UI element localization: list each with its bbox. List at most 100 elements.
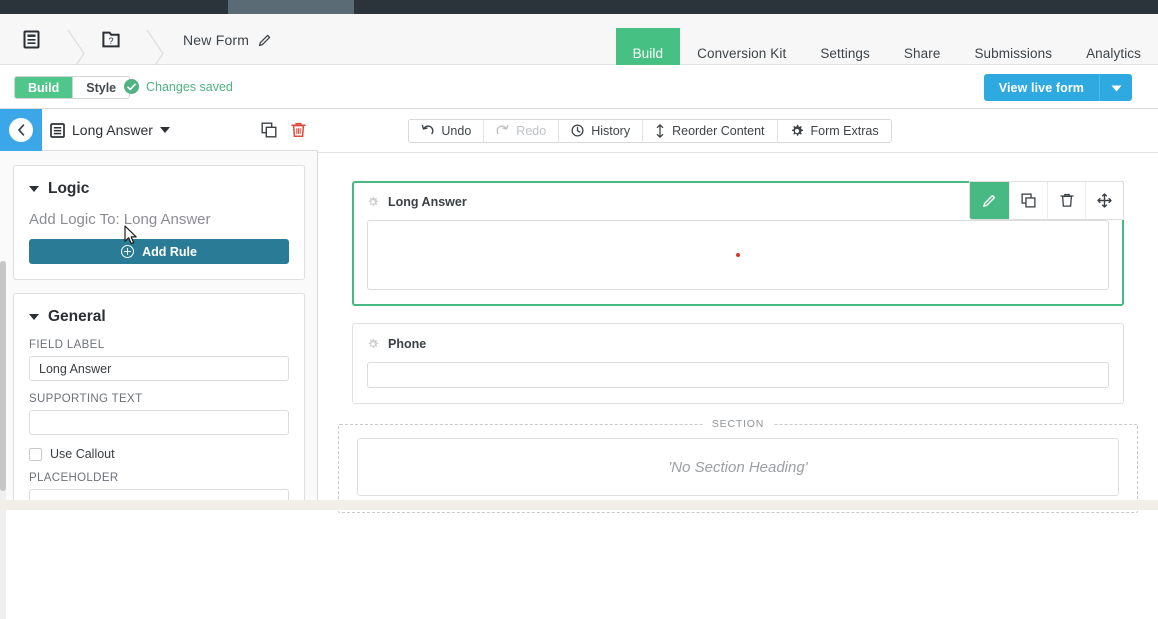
panel-back-button[interactable] — [0, 109, 42, 151]
tab-submissions-label: Submissions — [974, 46, 1052, 61]
duplicate-icon — [1021, 193, 1036, 208]
redo-icon — [496, 124, 509, 137]
redo-label: Redo — [516, 124, 546, 138]
general-card: General FIELD LABEL SUPPORTING TEXT Use … — [13, 293, 305, 510]
field-settings-header: Long Answer — [0, 109, 318, 151]
folder-question-icon: ? — [101, 30, 121, 49]
form-field-long-answer-label: Long Answer — [388, 195, 467, 209]
trash-icon — [1060, 193, 1074, 208]
gear-icon — [790, 124, 804, 138]
mode-build-button[interactable]: Build — [15, 77, 72, 98]
mode-build-label: Build — [28, 81, 59, 95]
canvas-toolbar-group: Undo Redo History — [408, 119, 891, 143]
gear-icon[interactable] — [367, 338, 379, 350]
history-button[interactable]: History — [558, 120, 642, 142]
field-settings-panel: Long Answer — [0, 109, 318, 510]
history-label: History — [591, 124, 630, 138]
check-circle-icon — [124, 79, 139, 94]
form-field-long-answer-textarea[interactable] — [367, 220, 1109, 290]
tab-build-label: Build — [633, 46, 664, 61]
view-live-form-dropdown[interactable] — [1099, 74, 1132, 101]
redo-button[interactable]: Redo — [483, 120, 558, 142]
form-field-phone-label: Phone — [388, 337, 426, 351]
form-field-phone[interactable]: Phone — [352, 323, 1124, 404]
plus-circle-icon — [121, 245, 134, 258]
caret-down-icon — [160, 127, 170, 133]
tab-conversion-kit-label: Conversion Kit — [697, 46, 786, 61]
secondary-toolbar: Build Style Changes saved View live form — [0, 65, 1158, 109]
field-edit-button[interactable] — [970, 182, 1009, 219]
tab-share-label: Share — [904, 46, 941, 61]
form-field-phone-header: Phone — [367, 337, 1109, 351]
gear-icon[interactable] — [367, 196, 379, 208]
use-callout-checkbox[interactable] — [29, 448, 42, 461]
field-label-caption: FIELD LABEL — [29, 339, 289, 351]
use-callout-row[interactable]: Use Callout — [29, 447, 289, 461]
save-status-label: Changes saved — [146, 80, 233, 94]
section-heading-box[interactable]: 'No Section Heading' — [357, 438, 1119, 496]
form-field-phone-input[interactable] — [367, 362, 1109, 388]
long-answer-icon — [50, 123, 65, 138]
use-callout-label: Use Callout — [50, 447, 115, 461]
move-icon — [1097, 193, 1112, 208]
form-list-icon — [22, 30, 41, 49]
field-duplicate-button[interactable] — [1009, 182, 1047, 219]
section-heading-placeholder: 'No Section Heading' — [668, 459, 807, 476]
field-label-input[interactable] — [29, 356, 289, 381]
add-rule-button[interactable]: Add Rule — [29, 239, 289, 264]
svg-text:?: ? — [108, 36, 113, 46]
view-live-form-group: View live form — [984, 74, 1132, 101]
reorder-content-label: Reorder Content — [672, 124, 764, 138]
section-tag-label: SECTION — [703, 418, 773, 430]
general-card-header[interactable]: General — [29, 308, 289, 326]
form-extras-button[interactable]: Form Extras — [777, 120, 891, 142]
duplicate-icon[interactable] — [261, 122, 277, 138]
tab-analytics-label: Analytics — [1086, 46, 1141, 61]
tab-settings-label: Settings — [820, 46, 870, 61]
form-field-long-answer-tools — [969, 181, 1124, 220]
mode-toggle-group: Build Style — [14, 76, 130, 99]
reorder-content-button[interactable]: Reorder Content — [642, 120, 776, 142]
logic-card: Logic Add Logic To: Long Answer Add Rule — [13, 165, 305, 280]
updown-arrow-icon — [655, 124, 665, 138]
form-field-long-answer[interactable]: Long Answer — [352, 181, 1124, 306]
mode-style-label: Style — [86, 81, 116, 95]
logic-subtitle: Add Logic To: Long Answer — [29, 211, 289, 228]
view-live-form-button[interactable]: View live form — [984, 74, 1099, 101]
trash-icon[interactable] — [291, 122, 306, 138]
left-panel-scroll-thumb[interactable] — [0, 261, 6, 491]
supporting-text-caption: SUPPORTING TEXT — [29, 393, 289, 405]
page-title: New Form — [183, 32, 249, 48]
page-bottom-strip — [0, 500, 1158, 510]
supporting-text-input[interactable] — [29, 410, 289, 435]
field-settings-body: Logic Add Logic To: Long Answer Add Rule… — [0, 151, 318, 510]
breadcrumb-form-title[interactable]: New Form — [183, 14, 272, 65]
form-canvas: Undo Redo History — [318, 109, 1158, 510]
add-rule-label: Add Rule — [142, 245, 197, 259]
field-type-selector[interactable]: Long Answer — [50, 109, 170, 151]
breadcrumb-folder[interactable]: ? — [101, 14, 121, 65]
pencil-icon[interactable] — [258, 33, 272, 47]
undo-icon — [421, 124, 434, 137]
chevron-left-icon — [9, 118, 33, 142]
placeholder-caption: PLACEHOLDER — [29, 472, 289, 484]
mode-style-button[interactable]: Style — [72, 77, 129, 98]
view-live-form-label: View live form — [999, 81, 1084, 95]
save-status: Changes saved — [124, 79, 233, 94]
field-move-button[interactable] — [1085, 182, 1123, 219]
left-panel-scrollbar[interactable] — [0, 261, 6, 619]
logic-card-title: Logic — [48, 180, 89, 198]
breadcrumb-home[interactable] — [22, 14, 41, 65]
breadcrumb-header: ? New Form Build Conversion Kit Settings… — [0, 14, 1158, 65]
field-header-actions — [261, 109, 306, 151]
undo-button[interactable]: Undo — [409, 120, 483, 142]
field-type-label: Long Answer — [72, 122, 153, 138]
logic-card-header[interactable]: Logic — [29, 180, 289, 198]
canvas-body: Long Answer — [318, 153, 1158, 510]
browser-tab-segment[interactable] — [228, 0, 354, 14]
undo-label: Undo — [441, 124, 471, 138]
general-card-title: General — [48, 308, 106, 326]
browser-chrome-bar — [0, 0, 1158, 14]
field-delete-button[interactable] — [1047, 182, 1085, 219]
pencil-icon — [982, 193, 997, 208]
